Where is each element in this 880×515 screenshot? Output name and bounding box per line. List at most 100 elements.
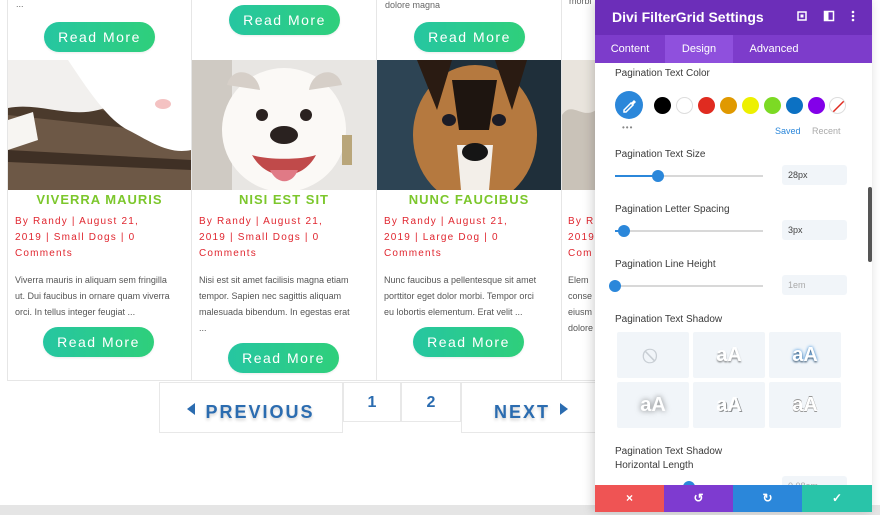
swatch-white[interactable] (676, 97, 693, 114)
read-more-button[interactable]: Read More (413, 327, 524, 357)
post-image-partial[interactable] (562, 60, 596, 190)
excerpt-line: Nunc faucibus a pellentesque sit amet (384, 275, 537, 285)
split-view-icon[interactable] (822, 10, 836, 24)
tab-advanced[interactable]: Advanced (733, 35, 815, 63)
shadow-preset-3[interactable]: aA (617, 382, 689, 428)
swatch-blue[interactable] (786, 97, 803, 114)
slider-knob[interactable] (617, 225, 630, 237)
excerpt-line: ... (199, 323, 207, 333)
swatch-yellow[interactable] (742, 97, 759, 114)
panel-body: Pagination Text Color ••• Saved Recent P… (595, 63, 872, 485)
undo-button[interactable]: ↺ (664, 485, 733, 512)
snippet-text: dolore magna (385, 0, 441, 10)
meta-line: 2019 (568, 232, 596, 243)
caret-right-icon (560, 403, 568, 416)
post-image-cat[interactable] (8, 60, 191, 190)
pagination-previous-button[interactable]: PREVIOUS (159, 382, 343, 433)
shadow-h-label-2: Horizontal Length (615, 460, 694, 471)
caret-left-icon (187, 403, 196, 416)
excerpt-line: malesuada bibendum. In egestas erat (199, 307, 350, 317)
post-excerpt: Nisi est sit amet facilisis magna etiam … (199, 272, 350, 336)
panel-header: Divi FilterGrid Settings (595, 0, 872, 35)
slider-knob[interactable] (651, 170, 664, 182)
color-picker-button[interactable] (615, 91, 643, 119)
text-size-input[interactable]: 28px (782, 165, 847, 185)
letter-spacing-input[interactable]: 3px (782, 220, 847, 240)
excerpt-line: Elem (568, 275, 589, 285)
shadow-preset-5[interactable]: aA (769, 382, 841, 428)
meta-line: Comments (384, 248, 442, 259)
post-title[interactable]: NUNC FAUCIBUS (377, 192, 561, 207)
meta-line: By Randy | August 21, (15, 216, 139, 227)
save-button[interactable]: ✓ (802, 485, 872, 512)
panel-scrollbar[interactable] (868, 187, 872, 262)
swatch-none-icon[interactable] (829, 97, 846, 114)
meta-line: By Randy | August 21, (199, 216, 323, 227)
eyedropper-icon (623, 100, 636, 113)
settings-panel: Divi FilterGrid Settings Content Design … (595, 0, 872, 512)
cancel-button[interactable]: × (595, 485, 664, 512)
check-icon: ✓ (831, 491, 843, 505)
meta-line: Comments (199, 248, 257, 259)
meta-line: Comments (15, 248, 73, 259)
close-icon: × (625, 491, 633, 505)
tab-content[interactable]: Content (595, 35, 665, 63)
saved-colors-tab[interactable]: Saved (775, 126, 801, 136)
swatch-purple[interactable] (808, 97, 825, 114)
line-height-input[interactable]: 1em (782, 275, 847, 295)
read-more-button[interactable]: Read More (228, 343, 339, 373)
line-height-slider[interactable] (609, 280, 763, 292)
snippet-text: ... (16, 0, 24, 9)
swatch-red[interactable] (698, 97, 715, 114)
more-palette-button[interactable]: ••• (622, 123, 633, 132)
excerpt-line: Viverra mauris in aliquam sem fringilla (15, 275, 167, 285)
post-title[interactable]: VIVERRA MAURIS (8, 192, 191, 207)
redo-icon: ↻ (762, 491, 773, 505)
excerpt-line: eu lobortis elementum. Erat velit ... (384, 307, 523, 317)
text-shadow-label: Pagination Text Shadow (615, 314, 723, 325)
pagination-page-1[interactable]: 1 (343, 382, 401, 422)
excerpt-line: eiusm (568, 307, 593, 317)
shadow-none-button[interactable]: ⃠ (617, 332, 689, 378)
pagination-next-button[interactable]: NEXT (461, 382, 601, 433)
post-image-dog[interactable] (377, 60, 561, 190)
shadow-h-input[interactable]: 0.08em (782, 476, 847, 485)
swatch-green[interactable] (764, 97, 781, 114)
slider-knob[interactable] (609, 280, 621, 292)
swatch-orange[interactable] (720, 97, 737, 114)
post-meta[interactable]: By Randy | August 21, 2019 | Small Dogs … (15, 214, 139, 262)
read-more-button[interactable]: Read More (43, 327, 154, 357)
post-title[interactable]: NISI EST SIT (192, 192, 376, 207)
letter-spacing-slider[interactable] (615, 225, 763, 237)
redo-button[interactable]: ↻ (733, 485, 802, 512)
read-more-button[interactable]: Read More (414, 22, 525, 52)
card-top-1: ... Read More (7, 0, 192, 60)
swatch-black[interactable] (654, 97, 671, 114)
more-options-icon[interactable] (846, 10, 860, 24)
shadow-preset-1[interactable]: aA (693, 332, 765, 378)
read-more-button[interactable]: Read More (44, 22, 155, 52)
pagination-page-2[interactable]: 2 (401, 382, 461, 422)
recent-colors-tab[interactable]: Recent (812, 126, 841, 136)
read-more-button[interactable]: Read More (229, 5, 340, 35)
shadow-preset-4[interactable]: aA (693, 382, 765, 428)
post-meta[interactable]: By Randy | August 21, 2019 | Small Dogs … (199, 214, 323, 262)
excerpt-line: conse (568, 291, 593, 301)
excerpt-line: Nisi est sit amet facilisis magna etiam (199, 275, 349, 285)
excerpt-line: orci. In tellus integer feugiat ... (15, 307, 136, 317)
card-top-3: dolore magna Read More (376, 0, 562, 60)
text-size-label: Pagination Text Size (615, 149, 706, 160)
post-meta[interactable]: By Randy | August 21, 2019 | Large Dog |… (384, 214, 508, 262)
text-size-slider[interactable] (615, 170, 763, 182)
expand-icon[interactable] (795, 10, 809, 24)
meta-line: By Randy | August 21, (384, 216, 508, 227)
tab-design[interactable]: Design (665, 35, 733, 63)
post-meta[interactable]: By R 2019 Com (568, 214, 595, 262)
shadow-preset-2[interactable]: aA (769, 332, 841, 378)
post-image-bulldog[interactable] (192, 60, 376, 190)
next-label: NEXT (493, 402, 550, 422)
meta-line: Com (568, 248, 593, 259)
letter-spacing-label: Pagination Letter Spacing (615, 204, 730, 215)
excerpt-line: dolore (568, 323, 594, 333)
panel-title: Divi FilterGrid Settings (612, 9, 764, 25)
